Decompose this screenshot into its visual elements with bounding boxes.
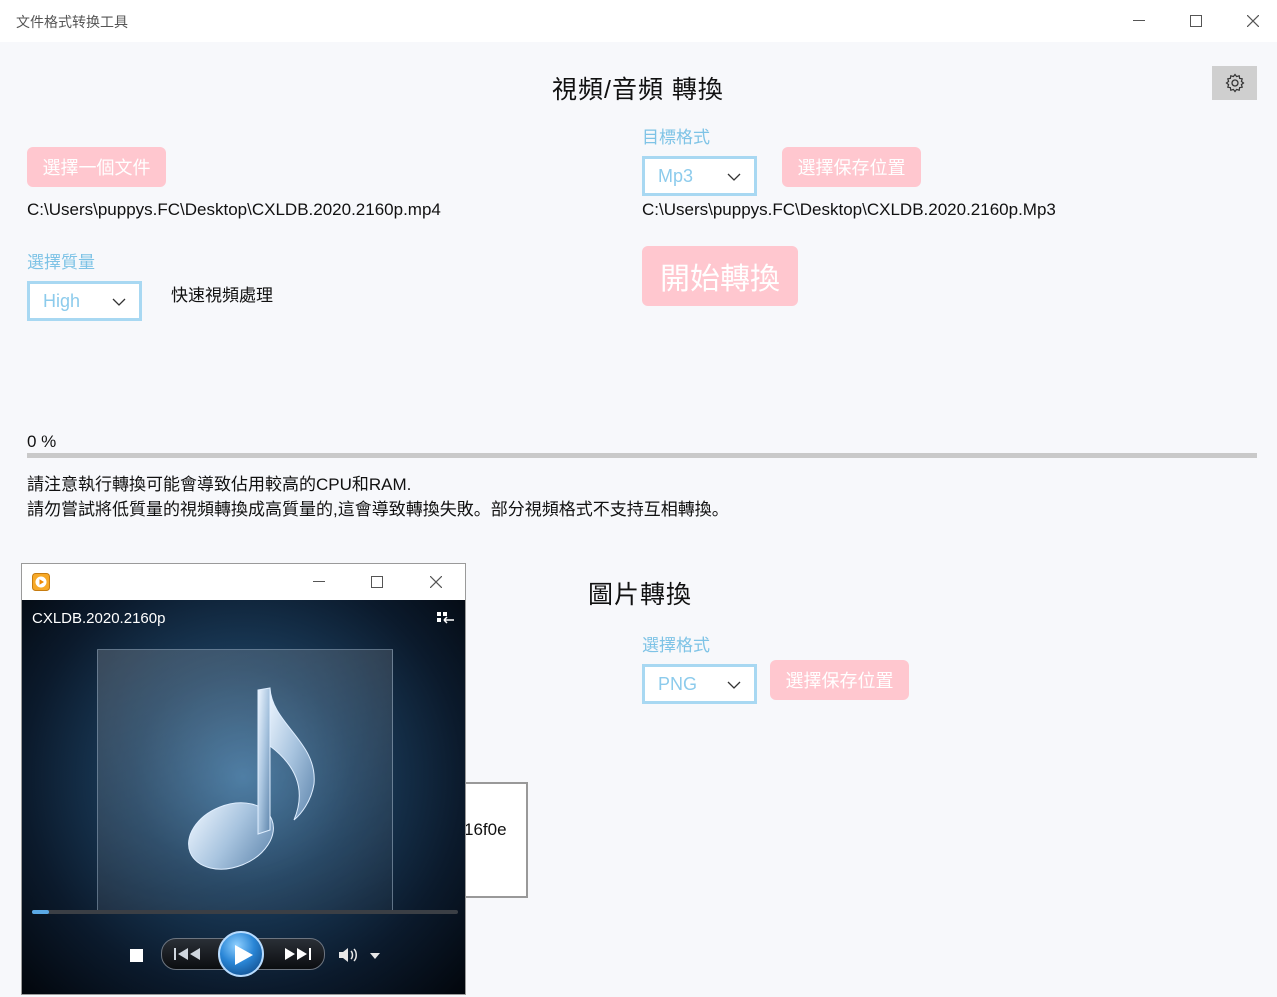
player-maximize-button[interactable] (359, 569, 395, 595)
next-icon[interactable] (283, 947, 313, 961)
album-art (97, 649, 393, 913)
output-path: C:\Users\puppys.FC\Desktop\CXLDB.2020.21… (642, 200, 1056, 219)
music-note-icon (188, 687, 315, 870)
app-title: 文件格式转换工具 (16, 14, 128, 30)
title-bar: 文件格式转换工具 (0, 0, 1277, 42)
target-format-select[interactable]: Mp3 (642, 156, 757, 196)
volume-dropdown-icon[interactable] (370, 953, 380, 959)
quality-label: 選擇質量 (27, 253, 95, 272)
player-title-bar (22, 564, 465, 600)
video-name: CXLDB.2020.2160p (32, 610, 166, 627)
image-format-label: 選擇格式 (642, 636, 710, 655)
maximize-button[interactable] (1178, 8, 1214, 34)
media-player-window[interactable]: CXLDB.2020.2160p (21, 563, 466, 995)
chevron-down-icon (112, 298, 126, 306)
close-icon (1247, 15, 1259, 27)
image-format-select[interactable]: PNG (642, 664, 757, 704)
switch-view-icon[interactable] (437, 612, 455, 626)
video-save-location-button[interactable]: 選擇保存位置 (782, 147, 921, 187)
choose-file-button[interactable]: 選擇一個文件 (27, 147, 166, 187)
player-seek-fill (32, 910, 50, 914)
minimize-icon (1133, 20, 1145, 21)
quality-select[interactable]: High (27, 281, 142, 321)
progress-text: 0 % (27, 432, 57, 451)
image-format-value: PNG (658, 673, 698, 694)
source-path: C:\Users\puppys.FC\Desktop\CXLDB.2020.21… (27, 200, 441, 219)
settings-gear-icon (1225, 73, 1244, 93)
minimize-button[interactable] (1121, 8, 1157, 34)
video-section-heading: 視頻/音頻 轉換 (552, 76, 724, 104)
target-format-value: Mp3 (658, 165, 694, 186)
player-close-button[interactable] (418, 569, 454, 595)
image-save-location-button[interactable]: 選擇保存位置 (770, 660, 909, 700)
stop-icon[interactable] (130, 949, 143, 962)
minimize-icon (313, 581, 325, 582)
note-line-2: 請勿嘗試將低質量的視頻轉換成高質量的,這會導致轉換失敗。部分視頻格式不支持互相轉… (27, 500, 729, 519)
chevron-down-icon (727, 173, 741, 181)
settings-button[interactable] (1212, 66, 1257, 100)
player-video-area[interactable]: CXLDB.2020.2160p (22, 600, 465, 994)
fast-process-label: 快速視頻處理 (171, 286, 273, 305)
media-player-app-icon (32, 573, 50, 591)
player-minimize-button[interactable] (301, 569, 337, 595)
play-button[interactable] (218, 931, 264, 977)
conversion-progress-bar (27, 453, 1257, 458)
close-button[interactable] (1235, 8, 1271, 34)
image-info-text: 16f0e (464, 820, 507, 839)
maximize-icon (371, 576, 383, 588)
previous-icon[interactable] (174, 947, 204, 961)
play-icon (235, 945, 253, 965)
note-line-1: 請注意執行轉換可能會導致佔用較高的CPU和RAM. (27, 475, 412, 494)
quality-value: High (43, 290, 81, 311)
maximize-icon (1190, 15, 1202, 27)
player-controls (22, 930, 465, 980)
image-section-heading: 圖片轉換 (588, 581, 693, 609)
start-convert-button[interactable]: 開始轉換 (642, 246, 798, 306)
volume-icon[interactable] (338, 947, 358, 963)
target-format-label: 目標格式 (642, 128, 710, 147)
chevron-down-icon (727, 681, 741, 689)
close-icon (430, 576, 442, 588)
player-seek-bar[interactable] (32, 910, 458, 914)
